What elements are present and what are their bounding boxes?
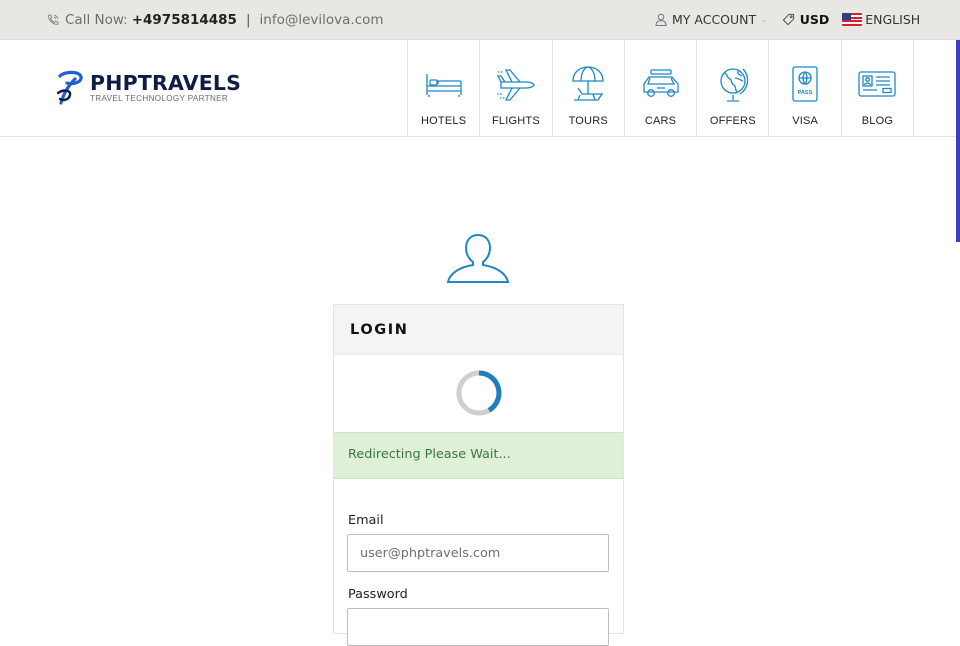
beach-umbrella-icon [572, 66, 604, 101]
login-title: LOGIN [334, 305, 623, 355]
nav-item-tours[interactable]: TOURS [553, 40, 625, 136]
redirect-status-alert: Redirecting Please Wait... [334, 432, 623, 479]
separator: | [245, 12, 251, 28]
bed-icon [425, 74, 462, 97]
passport-icon: PASS [792, 66, 818, 102]
my-account-label: MY ACCOUNT [672, 12, 757, 27]
phone-number[interactable]: +4975814485 [132, 12, 237, 28]
user-icon [655, 13, 667, 26]
chevron-down-icon: ⌄ [760, 14, 768, 25]
contact-info: Call Now: +4975814485 | info@levilova.co… [46, 12, 384, 28]
my-account-menu[interactable]: MY ACCOUNT ⌄ [655, 12, 782, 27]
nav-item-blog[interactable]: BLOG [842, 40, 915, 136]
password-label: Password [348, 587, 408, 602]
logo-mark-icon [56, 70, 83, 105]
scrollbar-thumb[interactable] [956, 40, 960, 242]
currency-tag-icon [782, 13, 794, 26]
airplane-icon [496, 69, 535, 101]
nav-label-offers: OFFERS [709, 115, 756, 127]
email-field[interactable] [347, 534, 609, 572]
phone-icon [48, 14, 59, 25]
nav-item-offers[interactable]: OFFERS [697, 40, 770, 136]
language-label: ENGLISH [865, 12, 921, 27]
nav-label-flights: FLIGHTS [492, 115, 540, 127]
loading-spinner-icon [456, 370, 502, 416]
svg-text:PASS: PASS [798, 90, 813, 96]
nav-item-visa[interactable]: PASS VISA [769, 40, 842, 136]
email-label: Email [348, 513, 384, 528]
currency-selector[interactable]: USD [782, 12, 843, 27]
us-flag-icon [842, 13, 863, 26]
main-header: PHPTRAVELS TRAVEL TECHNOLOGY PARTNER HOT… [0, 40, 960, 137]
user-avatar-icon [446, 233, 510, 283]
nav-label-hotels: HOTELS [421, 115, 467, 127]
nav-item-hotels[interactable]: HOTELS [408, 40, 481, 136]
brand-tagline: TRAVEL TECHNOLOGY PARTNER [90, 94, 229, 103]
nav-item-flights[interactable]: FLIGHTS [480, 40, 553, 136]
car-icon [642, 69, 679, 97]
globe-icon [720, 68, 748, 102]
nav-item-cars[interactable]: CARS [625, 40, 698, 136]
site-logo[interactable]: PHPTRAVELS TRAVEL TECHNOLOGY PARTNER [55, 70, 241, 106]
currency-label: USD [799, 12, 830, 27]
login-panel: LOGIN Redirecting Please Wait... Email P… [333, 304, 624, 646]
contact-email[interactable]: info@levilova.com [260, 12, 384, 28]
language-selector[interactable]: ENGLISH [842, 12, 920, 27]
nav-label-visa: VISA [792, 115, 819, 127]
password-field[interactable] [347, 608, 609, 646]
nav-label-cars: CARS [644, 115, 677, 127]
nav-label-tours: TOURS [568, 115, 608, 127]
top-bar: Call Now: +4975814485 | info@levilova.co… [0, 0, 960, 40]
main-nav: HOTELS FLIGHTS TOURS CARS OFFERS PASS VI… [407, 40, 915, 136]
id-card-icon [858, 71, 897, 97]
top-bar-actions: MY ACCOUNT ⌄ USD ENGLISH [655, 12, 920, 27]
call-now-label: Call Now: [65, 12, 128, 28]
nav-label-blog: BLOG [861, 115, 894, 127]
brand-name: PHPTRAVELS [90, 71, 242, 95]
